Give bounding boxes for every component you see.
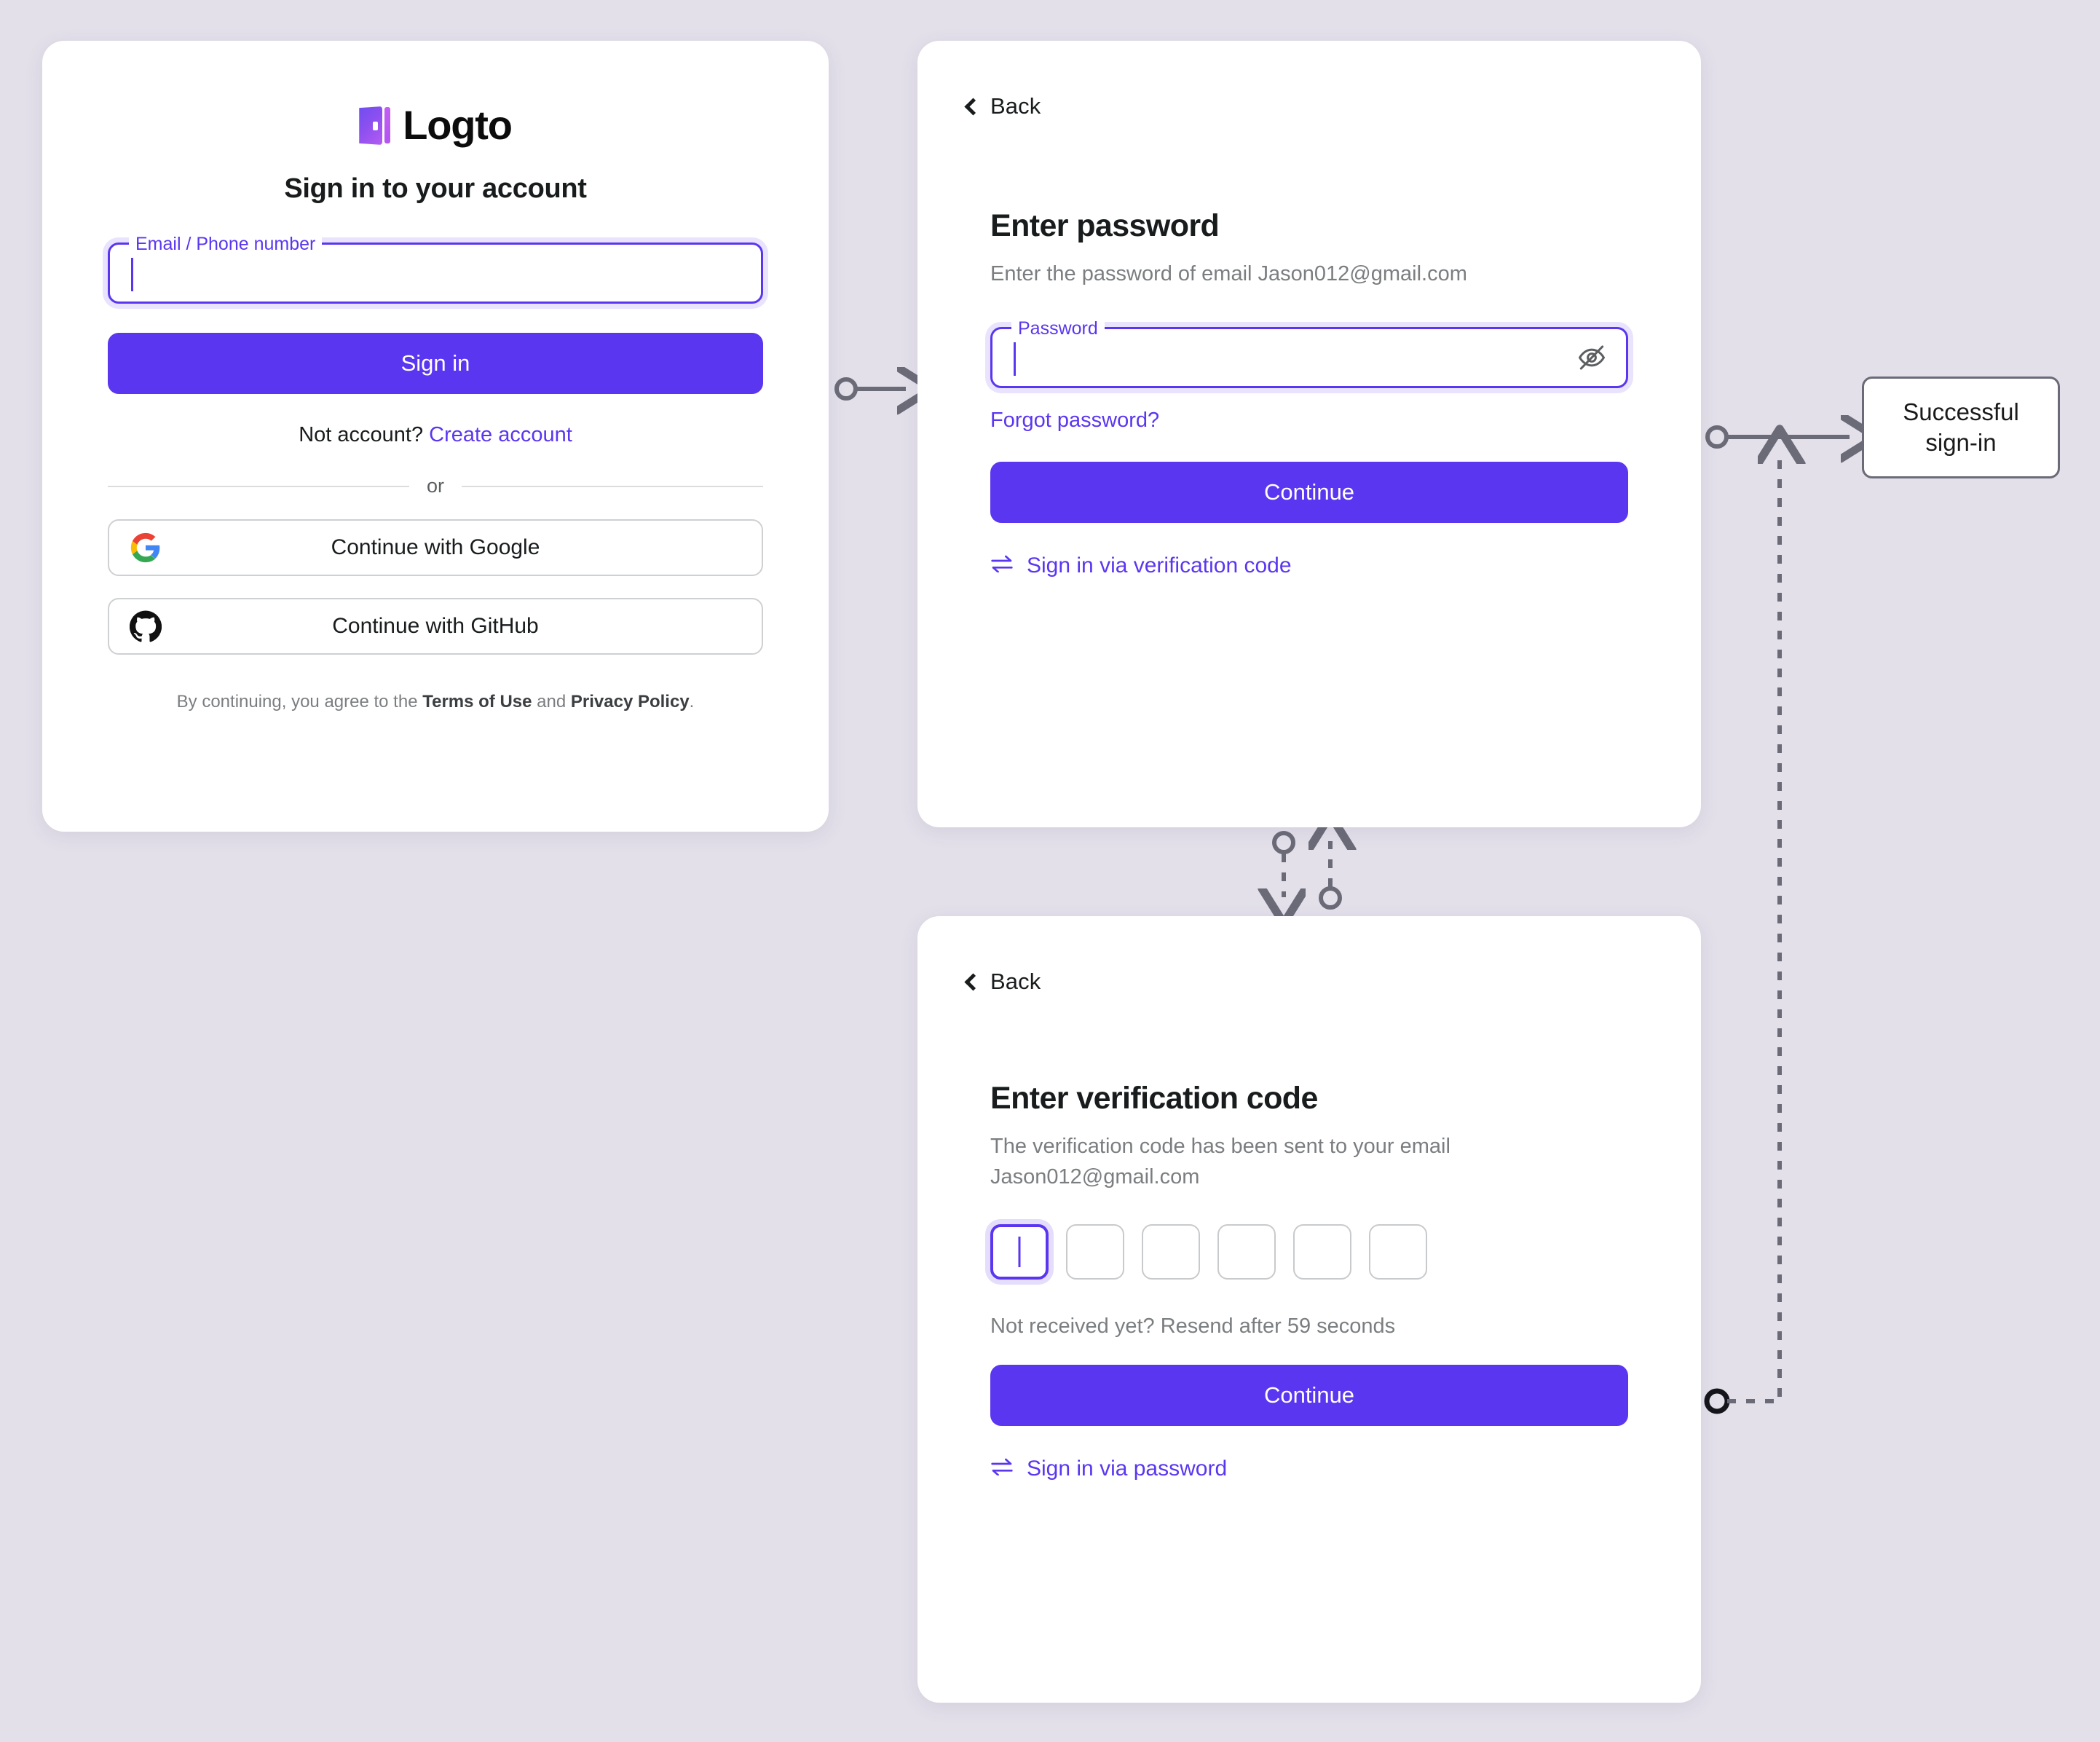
code-input-3[interactable] (1142, 1224, 1200, 1280)
enter-password-card: Back Enter password Enter the password o… (917, 41, 1701, 827)
logo-wordmark: Logto (403, 102, 513, 148)
verification-description: The verification code has been sent to y… (990, 1135, 1450, 1189)
switch-to-verification-code-link[interactable]: Sign in via verification code (990, 553, 1628, 578)
success-line-1: Successful (1903, 398, 2019, 425)
swap-icon (990, 553, 1014, 578)
connector-password-to-code (1274, 831, 1293, 897)
successful-sign-in-node: Successful sign-in (1862, 377, 2060, 478)
connector-signin-to-password (834, 379, 906, 398)
code-input-2[interactable] (1066, 1224, 1124, 1280)
legal-prefix: By continuing, you agree to the (176, 692, 423, 712)
logto-logo: Logto (108, 105, 763, 146)
resend-status-text: Not received yet? Resend after 59 second… (990, 1315, 1396, 1339)
verification-code-inputs (990, 1224, 1628, 1280)
flow-canvas: Logto Sign in to your account Email / Ph… (0, 0, 2100, 1742)
create-account-link[interactable]: Create account (429, 423, 572, 446)
divider-row: or (108, 475, 764, 497)
privacy-policy-link[interactable]: Privacy Policy (571, 692, 690, 712)
divider-label: or (427, 475, 445, 497)
chevron-left-icon (964, 98, 982, 116)
switch-to-password-link[interactable]: Sign in via password (990, 1457, 1628, 1481)
connector-password-to-success (1705, 427, 1850, 446)
email-field-label: Email / Phone number (129, 233, 323, 255)
connector-code-to-success (1704, 455, 1780, 1414)
continue-with-github-button[interactable]: Continue with GitHub (108, 598, 763, 655)
forgot-password-link[interactable]: Forgot password? (990, 409, 1159, 433)
continue-with-google-label: Continue with Google (331, 535, 540, 559)
password-field-label: Password (1011, 318, 1105, 340)
switch-link-label: Sign in via password (1027, 1457, 1228, 1481)
password-continue-button[interactable]: Continue (990, 462, 1628, 524)
back-button-password[interactable]: Back (964, 93, 1041, 119)
code-input-1[interactable] (990, 1224, 1049, 1280)
google-icon (130, 532, 162, 564)
back-button-code[interactable]: Back (964, 969, 1041, 995)
success-line-2: sign-in (1925, 429, 1997, 456)
swap-icon (990, 1457, 1014, 1481)
verification-title: Enter verification code (990, 1081, 1318, 1116)
divider-rule-right (462, 485, 764, 487)
sign-in-button[interactable]: Sign in (108, 333, 763, 394)
switch-link-label: Sign in via verification code (1027, 553, 1292, 578)
password-description: Enter the password of email Jason012@gma… (990, 262, 1467, 285)
terms-of-use-link[interactable]: Terms of Use (422, 692, 532, 712)
text-caret (1018, 1237, 1021, 1268)
legal-suffix: . (689, 692, 695, 712)
chevron-left-icon (964, 973, 982, 991)
signup-prompt-text: Not account? (299, 423, 424, 446)
password-field[interactable]: Password (990, 318, 1628, 389)
github-icon (129, 610, 162, 642)
connector-code-to-password (1321, 841, 1340, 910)
back-label: Back (990, 969, 1041, 994)
password-title: Enter password (990, 208, 1220, 243)
back-label: Back (990, 93, 1041, 119)
legal-text: By continuing, you agree to the Terms of… (108, 690, 763, 714)
sign-in-card: Logto Sign in to your account Email / Ph… (42, 41, 829, 832)
enter-verification-code-card: Back Enter verification code The verific… (917, 916, 1701, 1703)
code-input-6[interactable] (1369, 1224, 1427, 1280)
email-field[interactable]: Email / Phone number (108, 233, 763, 304)
code-continue-button[interactable]: Continue (990, 1365, 1628, 1427)
code-input-4[interactable] (1217, 1224, 1276, 1280)
text-caret (1014, 342, 1016, 377)
divider-rule-left (108, 485, 409, 487)
signup-prompt-row: Not account? Create account (108, 423, 763, 447)
code-input-5[interactable] (1293, 1224, 1351, 1280)
legal-middle: and (532, 692, 571, 712)
eye-off-icon[interactable] (1576, 342, 1607, 373)
logto-mark-icon (359, 105, 391, 146)
continue-with-github-label: Continue with GitHub (332, 614, 539, 638)
page-title: Sign in to your account (284, 173, 587, 204)
continue-with-google-button[interactable]: Continue with Google (108, 519, 763, 576)
text-caret (131, 258, 133, 291)
